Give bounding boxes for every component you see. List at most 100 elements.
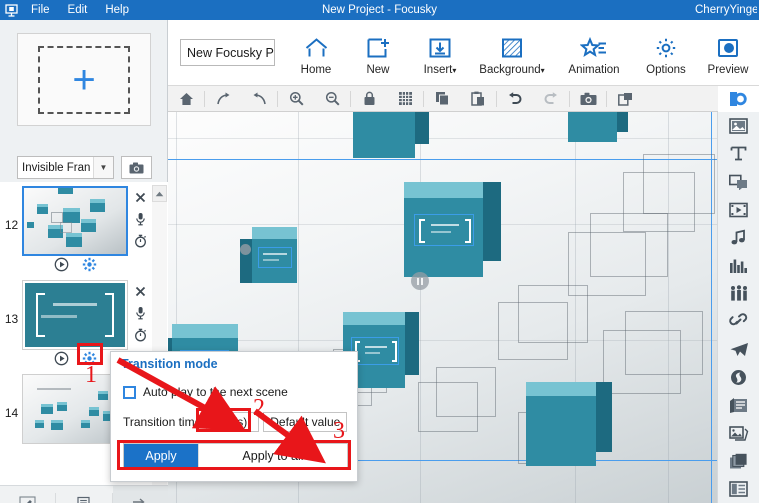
- new-scene-button[interactable]: +: [17, 33, 151, 126]
- chart-icon[interactable]: [718, 252, 759, 280]
- menu-help[interactable]: Help: [96, 0, 138, 20]
- microphone-icon[interactable]: [135, 302, 146, 324]
- copy-icon[interactable]: [424, 86, 460, 111]
- people-icon[interactable]: [718, 280, 759, 308]
- triangle-up-icon: [155, 191, 164, 196]
- scene-item-12[interactable]: 12: [0, 186, 168, 280]
- gallery-icon[interactable]: [718, 419, 759, 447]
- pause-badge-icon[interactable]: [411, 272, 429, 290]
- ribbon-home-button[interactable]: Home: [285, 29, 347, 76]
- transition-time-input[interactable]: 2 (s): [206, 412, 260, 432]
- undo-icon[interactable]: [497, 86, 533, 111]
- scene-list-scroll-up[interactable]: [152, 185, 167, 202]
- image-icon[interactable]: [718, 112, 759, 140]
- ribbon-options-button[interactable]: Options: [635, 29, 697, 76]
- chevron-down-icon: ▾: [452, 66, 457, 75]
- play-icon[interactable]: [54, 257, 69, 277]
- frame-style-value: Invisible Fran: [22, 161, 91, 174]
- undo-arrow-icon[interactable]: [241, 86, 277, 111]
- default-value-button[interactable]: Default value: [263, 412, 348, 432]
- music-icon[interactable]: [718, 224, 759, 252]
- animation-star-icon: [580, 33, 608, 63]
- grid-icon[interactable]: [387, 86, 423, 111]
- user-account-label[interactable]: CherryYinge: [695, 0, 757, 20]
- ribbon-new-label: New: [366, 64, 390, 76]
- gear-icon[interactable]: [82, 257, 97, 277]
- capture-frame-button[interactable]: [121, 156, 152, 179]
- ribbon-animation-label: Animation: [568, 64, 620, 76]
- gear-icon[interactable]: [82, 351, 97, 371]
- close-icon[interactable]: [135, 280, 146, 302]
- zoom-in-icon[interactable]: [278, 86, 314, 111]
- ribbon-preview-button[interactable]: Preview: [697, 29, 759, 76]
- scene-thumbnail-12[interactable]: [22, 186, 128, 256]
- duplicate-window-icon[interactable]: [607, 86, 643, 111]
- scene-cube[interactable]: [404, 182, 501, 277]
- popup-title: Transition mode: [121, 357, 218, 371]
- paste-icon[interactable]: [460, 86, 496, 111]
- scene-12-under-actions[interactable]: [22, 257, 128, 277]
- text-icon[interactable]: [718, 140, 759, 168]
- popup-button-row: Apply Apply to all: [123, 443, 348, 469]
- chevron-down-icon: ▾: [540, 66, 545, 75]
- presentation-name-value: New Focusky Presenta: [187, 45, 274, 60]
- scene-cube[interactable]: [353, 112, 429, 158]
- dot-badge-icon[interactable]: [240, 244, 251, 255]
- redo-icon[interactable]: [533, 86, 569, 111]
- airplane-icon[interactable]: [718, 335, 759, 363]
- shape-callout-icon[interactable]: [718, 168, 759, 196]
- chevron-down-icon[interactable]: ▼: [93, 157, 113, 178]
- canvas-toolbar: [168, 85, 759, 112]
- focusky-app-window: File Edit Help New Project - Focusky Che…: [0, 0, 759, 503]
- scene-number-14: 14: [4, 406, 19, 420]
- ribbon-animation-button[interactable]: Animation: [553, 29, 635, 76]
- layers-icon[interactable]: [718, 447, 759, 475]
- scene-13-side-actions[interactable]: [129, 280, 151, 346]
- ribbon-button-group: Home New Insert▾ Background▾ Animation O…: [285, 29, 759, 76]
- close-icon[interactable]: [135, 186, 146, 208]
- scene-thumbnail-13[interactable]: [22, 280, 128, 350]
- scene-cube[interactable]: [526, 382, 612, 466]
- menu-edit[interactable]: Edit: [59, 0, 97, 20]
- scene-number-12: 12: [4, 218, 19, 232]
- zoom-out-icon[interactable]: [314, 86, 350, 111]
- scene-12-side-actions[interactable]: [129, 186, 151, 252]
- flash-icon[interactable]: [718, 363, 759, 391]
- camera-icon[interactable]: [570, 86, 606, 111]
- edit-pencil-icon[interactable]: [0, 486, 55, 503]
- timer-icon[interactable]: [134, 230, 147, 252]
- transition-swap-icon[interactable]: [112, 486, 168, 503]
- frame-style-select[interactable]: Invisible Fran ▼: [17, 156, 114, 179]
- redo-arrow-icon[interactable]: [205, 86, 241, 111]
- apply-to-all-button[interactable]: Apply to all: [198, 444, 347, 468]
- autoplay-checkbox[interactable]: [123, 385, 136, 399]
- autoplay-row[interactable]: Auto play to the next scene: [123, 385, 288, 399]
- video-icon[interactable]: [718, 196, 759, 224]
- canvas-guide-top: [168, 159, 717, 160]
- presentation-name-input[interactable]: New Focusky Presenta: [180, 39, 275, 66]
- plus-icon: +: [72, 57, 96, 102]
- frame-controls-row: Invisible Fran ▼: [17, 156, 152, 179]
- timer-icon[interactable]: [134, 324, 147, 346]
- notes-star-icon[interactable]: [56, 486, 111, 503]
- html-box-icon[interactable]: [718, 391, 759, 419]
- ribbon-new-button[interactable]: New: [347, 29, 409, 76]
- ribbon-insert-button[interactable]: Insert▾: [409, 29, 471, 76]
- transition-time-value: 2: [216, 415, 224, 429]
- menu-file[interactable]: File: [22, 0, 59, 20]
- play-icon[interactable]: [54, 351, 69, 371]
- ribbon-background-label: Background: [479, 64, 541, 76]
- color-picker-icon[interactable]: [718, 85, 759, 112]
- ribbon-background-button[interactable]: Background▾: [471, 29, 553, 76]
- apply-button[interactable]: Apply: [124, 444, 198, 468]
- lock-icon[interactable]: [351, 86, 387, 111]
- home-solid-icon[interactable]: [168, 86, 204, 111]
- link-icon[interactable]: [718, 307, 759, 335]
- ribbon-home-label: Home: [300, 64, 332, 76]
- ribbon-preview-label: Preview: [707, 64, 749, 76]
- ribbon-insert-label: Insert: [423, 64, 453, 76]
- layout-icon[interactable]: [718, 475, 759, 503]
- scene-cube[interactable]: [568, 112, 628, 142]
- scene-cube[interactable]: [240, 227, 297, 283]
- microphone-icon[interactable]: [135, 208, 146, 230]
